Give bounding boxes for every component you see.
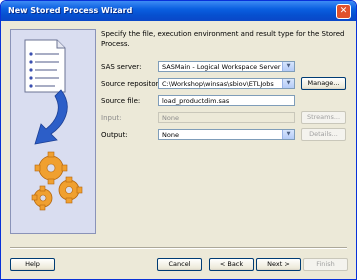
output-select[interactable]: None ▼ bbox=[158, 129, 295, 140]
wizard-window: New Stored Process Wizard ✕ Specify the … bbox=[0, 0, 357, 280]
sas-server-select[interactable]: SASMain - Logical Workspace Server ▼ bbox=[158, 61, 295, 72]
output-value: None bbox=[162, 131, 179, 139]
chevron-down-icon[interactable]: ▼ bbox=[282, 79, 294, 88]
dialog-body: Specify the file, execution environment … bbox=[4, 21, 353, 276]
source-file-label: Source file: bbox=[101, 97, 141, 105]
source-repository-value: C:\Workshop\winsas\sbiov\ETLJobs bbox=[162, 80, 274, 88]
sas-server-value: SASMain - Logical Workspace Server bbox=[162, 63, 281, 71]
input-field: None bbox=[158, 112, 295, 123]
finish-button: Finish bbox=[303, 258, 348, 271]
input-label: Input: bbox=[101, 114, 122, 122]
source-repository-select[interactable]: C:\Workshop\winsas\sbiov\ETLJobs ▼ bbox=[158, 78, 295, 89]
source-repository-label: Source repository: bbox=[101, 80, 165, 88]
cancel-button[interactable]: Cancel bbox=[157, 258, 202, 271]
next-button[interactable]: Next > bbox=[256, 258, 301, 271]
back-button[interactable]: < Back bbox=[209, 258, 254, 271]
source-file-input[interactable]: load_productdim.sas bbox=[158, 95, 295, 106]
chevron-down-icon[interactable]: ▼ bbox=[282, 130, 294, 139]
output-label: Output: bbox=[101, 131, 128, 139]
window-title: New Stored Process Wizard bbox=[8, 6, 133, 15]
close-button[interactable]: ✕ bbox=[336, 4, 351, 19]
help-button[interactable]: Help bbox=[10, 258, 55, 271]
streams-button: Streams... bbox=[301, 111, 346, 124]
manage-button[interactable]: Manage... bbox=[301, 77, 346, 90]
title-bar[interactable]: New Stored Process Wizard ✕ bbox=[1, 1, 356, 21]
chevron-down-icon[interactable]: ▼ bbox=[282, 62, 294, 71]
footer-separator bbox=[10, 247, 347, 249]
step-description: Specify the file, execution environment … bbox=[101, 30, 345, 48]
wizard-illustration bbox=[10, 29, 96, 234]
document-arrow-gears-icon bbox=[11, 30, 95, 233]
details-button: Details... bbox=[301, 128, 346, 141]
sas-server-label: SAS server: bbox=[101, 63, 142, 71]
